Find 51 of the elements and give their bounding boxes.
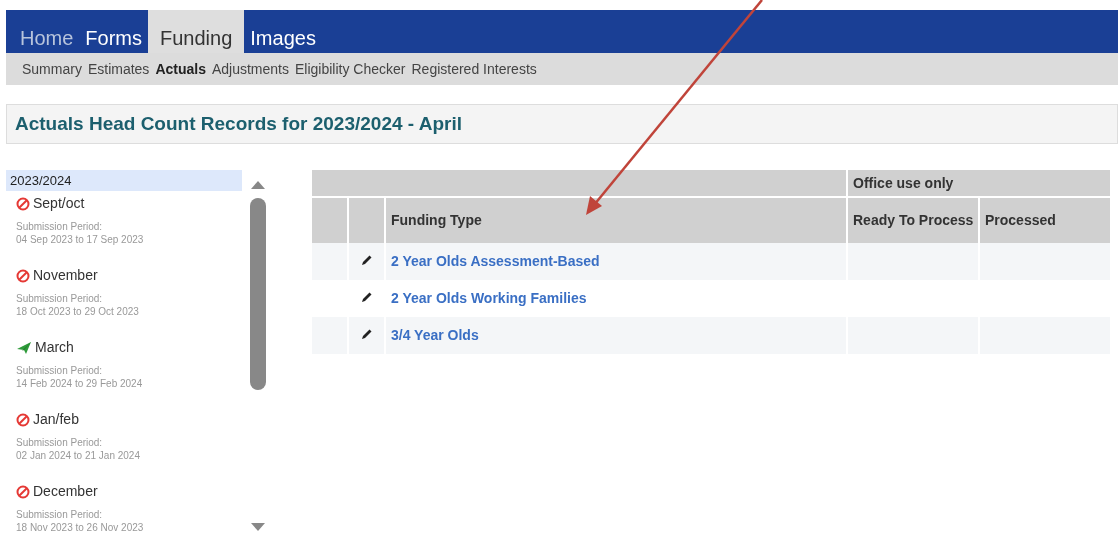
scroll-thumb[interactable]	[250, 198, 266, 390]
funding-type-link[interactable]: 2 Year Olds Assessment-Based	[391, 253, 600, 269]
period-item[interactable]: November Submission Period: 18 Oct 2023 to 29 Oct 2023	[6, 263, 242, 335]
period-name: Sept/oct	[33, 194, 85, 213]
pencil-icon[interactable]	[360, 328, 373, 340]
period-name: December	[33, 482, 98, 501]
period-item[interactable]: Sept/oct Submission Period: 04 Sep 2023 to 17 Sep 2023	[6, 191, 242, 263]
period-label: Submission Period:	[16, 508, 104, 521]
period-item[interactable]: December Submission Period: 18 Nov 2023 to 26 Nov 2023	[6, 479, 242, 550]
prohibited-icon	[16, 484, 30, 499]
column-header: Funding Type	[385, 197, 847, 243]
scroll-up-icon[interactable]	[251, 180, 265, 190]
group-header: Office use only	[847, 170, 1110, 197]
main-tab[interactable]: Forms	[79, 10, 149, 53]
period-label: Submission Period:	[16, 436, 104, 449]
funding-type-link[interactable]: 3/4 Year Olds	[391, 327, 479, 343]
main-tab[interactable]: Funding	[148, 10, 245, 53]
period-item[interactable]: March Submission Period: 14 Feb 2024 to 29 Feb 2024	[6, 335, 242, 407]
prohibited-icon	[16, 268, 30, 283]
period-name: November	[33, 266, 98, 285]
sub-tab[interactable]: Estimates	[87, 58, 150, 80]
period-dates: 02 Jan 2024 to 21 Jan 2024	[16, 449, 141, 462]
main-tab[interactable]: Images	[244, 10, 322, 53]
sub-tab[interactable]: Eligibility Checker	[295, 58, 406, 80]
main-tab[interactable]: Home	[14, 10, 80, 53]
period-name: Jan/feb	[33, 410, 79, 429]
pencil-icon[interactable]	[360, 291, 373, 303]
period-item[interactable]: Jan/feb Submission Period: 02 Jan 2024 to 21 Jan 2024	[6, 407, 242, 479]
header-cell	[312, 197, 348, 243]
funding-type-link[interactable]: 2 Year Olds Working Families	[391, 290, 587, 306]
column-header: Processed	[979, 197, 1110, 243]
sub-tab[interactable]: Adjustments	[211, 58, 289, 80]
period-dates: 14 Feb 2024 to 29 Feb 2024	[16, 377, 144, 390]
scroll-down-icon[interactable]	[251, 522, 265, 532]
period-label: Submission Period:	[16, 220, 104, 233]
paper-plane-icon	[16, 340, 32, 355]
prohibited-icon	[16, 412, 30, 427]
period-dates: 18 Nov 2023 to 26 Nov 2023	[16, 521, 145, 534]
column-header: Ready To Process	[847, 197, 979, 243]
sub-tab[interactable]: Registered Interests	[411, 58, 537, 80]
sub-tab[interactable]: Summary	[22, 58, 82, 80]
period-dates: 04 Sep 2023 to 17 Sep 2023	[16, 233, 145, 246]
period-label: Submission Period:	[16, 292, 104, 305]
period-name: March	[35, 338, 74, 357]
sub-tab[interactable]: Actuals	[155, 58, 206, 80]
page-title: Actuals Head Count Records for 2023/2024 - April	[15, 111, 462, 136]
period-dates: 18 Oct 2023 to 29 Oct 2023	[16, 305, 140, 318]
period-label: Submission Period:	[16, 364, 104, 377]
prohibited-icon	[16, 196, 30, 211]
pencil-icon[interactable]	[360, 254, 373, 266]
year-header[interactable]: 2023/2024	[6, 170, 242, 191]
